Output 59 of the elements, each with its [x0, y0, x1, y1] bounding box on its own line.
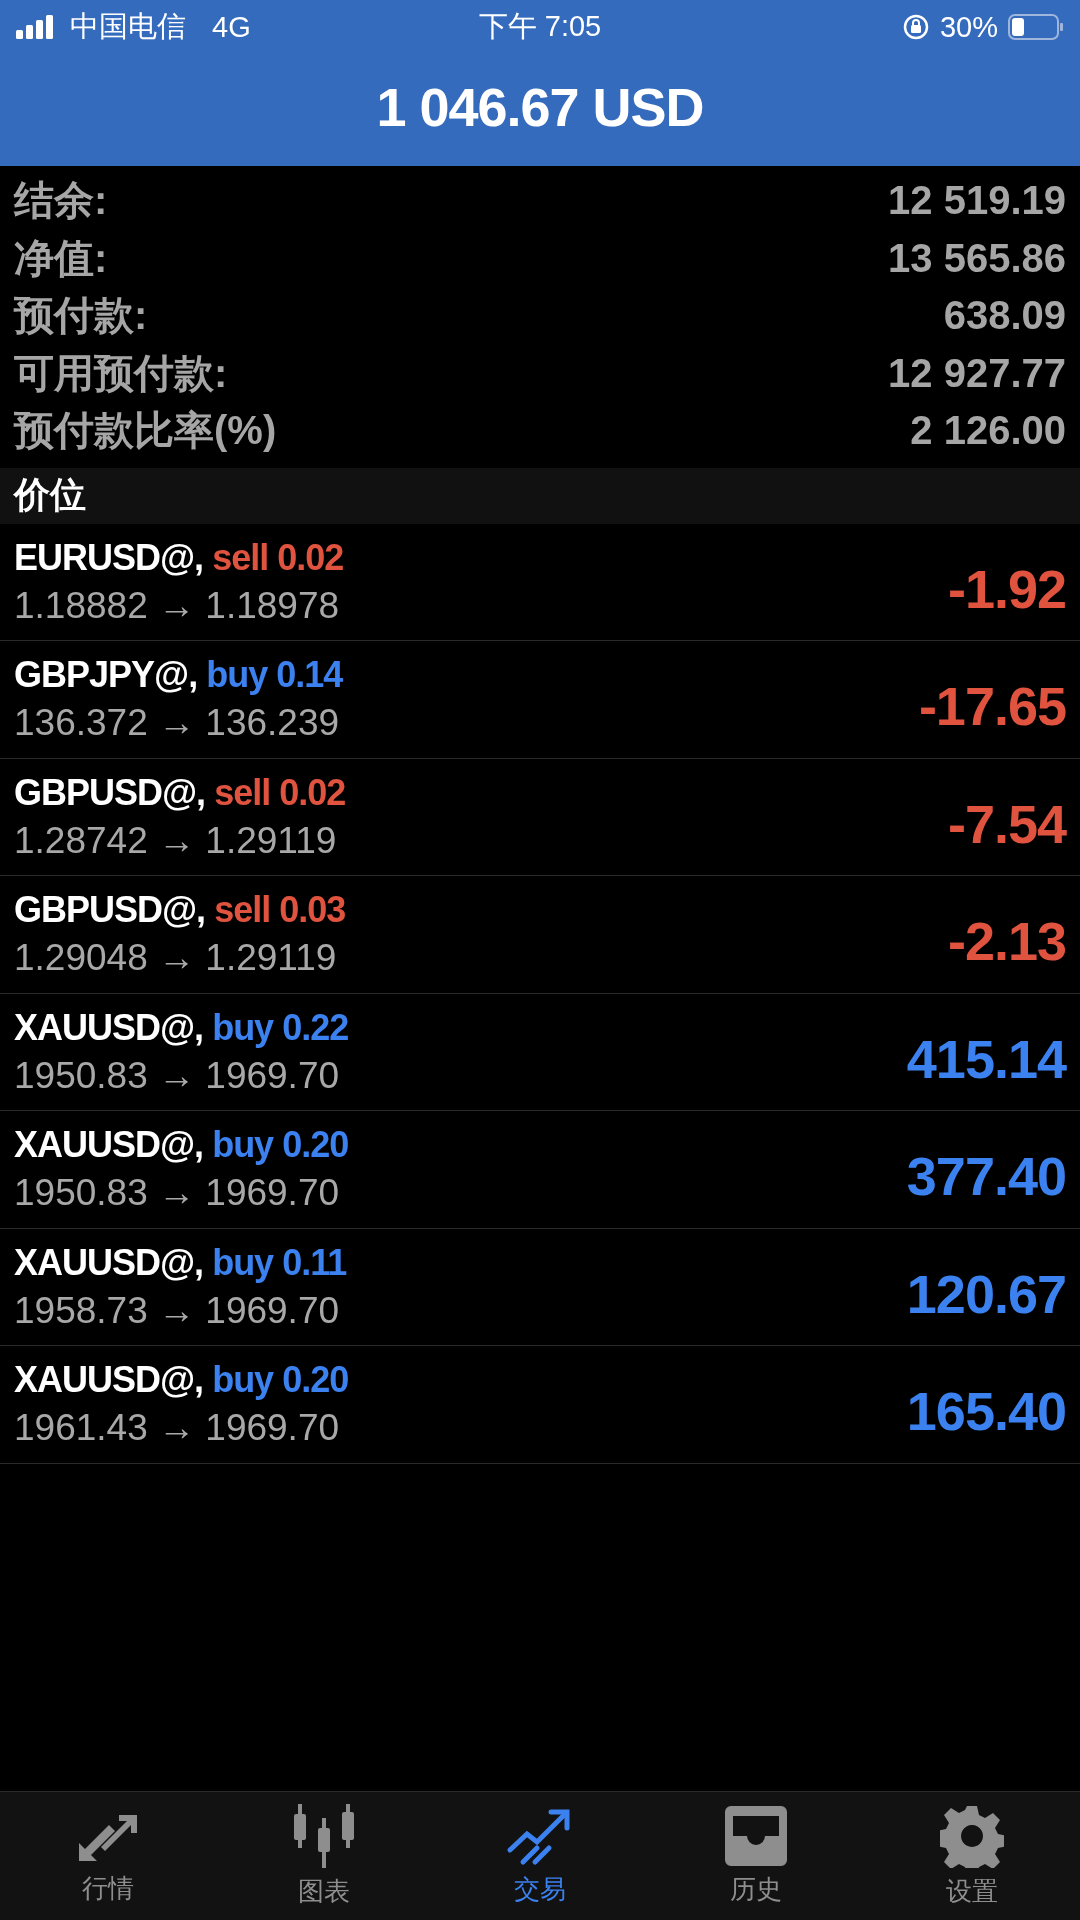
tab-bar-item[interactable]: 设置 [864, 1792, 1080, 1920]
position-prices: 1958.73 → 1969.70 [14, 1289, 341, 1332]
position-prices: 136.372 → 136.239 [14, 702, 341, 745]
position-row[interactable]: GBPUSD@, sell 0.03 1.29048 → 1.29119 -2.13 [0, 876, 1080, 994]
battery-percent: 30% [939, 10, 998, 44]
position-prices: 1961.43 → 1969.70 [14, 1407, 341, 1450]
summary-label: 预付款: [14, 292, 148, 340]
position-symbol-order: XAUUSD@, buy 0.22 [14, 1006, 349, 1049]
tab-bar-item[interactable]: 行情 [0, 1792, 216, 1920]
position-row[interactable]: XAUUSD@, buy 0.20 1961.43 → 1969.70 165.40 [0, 1346, 1080, 1464]
position-symbol-order: GBPJPY@, buy 0.14 [14, 654, 343, 697]
signal-icon [16, 15, 56, 39]
position-row[interactable]: GBPUSD@, sell 0.02 1.28742 → 1.29119 -7.54 [0, 758, 1080, 876]
summary-value: 638.09 [943, 293, 1066, 339]
carrier-name: 中国电信 [70, 9, 186, 44]
position-prices: 1.18882 → 1.18978 [14, 584, 341, 627]
position-symbol-order: XAUUSD@, buy 0.11 [14, 1241, 347, 1284]
battery-icon [1008, 14, 1064, 40]
settings-icon [940, 1803, 1004, 1868]
summary-value: 12 519.19 [888, 178, 1066, 224]
position-symbol-order: XAUUSD@, buy 0.20 [14, 1124, 349, 1167]
network-type: 4G [212, 10, 251, 44]
position-profit: -7.54 [947, 792, 1066, 855]
section-title: 价位 [14, 473, 86, 517]
position-row[interactable]: EURUSD@, sell 0.02 1.18882 → 1.18978 -1.92 [0, 523, 1080, 641]
position-symbol-order: XAUUSD@, buy 0.20 [14, 1359, 349, 1402]
summary-label: 净值: [14, 234, 108, 282]
summary-value: 13 565.86 [888, 235, 1066, 281]
position-row[interactable]: GBPJPY@, buy 0.14 136.372 → 136.239 -17.65 [0, 641, 1080, 759]
summary-label: 可用预付款: [14, 349, 228, 397]
position-prices: 1.29048 → 1.29119 [14, 937, 338, 980]
position-row[interactable]: XAUUSD@, buy 0.22 1950.83 → 1969.70 415.14 [0, 993, 1080, 1111]
position-profit: 415.14 [906, 1027, 1066, 1090]
position-prices: 1950.83 → 1969.70 [14, 1054, 341, 1097]
summary-label: 结余: [14, 177, 108, 225]
position-profit: -17.65 [918, 675, 1066, 738]
position-prices: 1.28742 → 1.29119 [14, 819, 338, 862]
position-row[interactable]: XAUUSD@, buy 0.11 1958.73 → 1969.70 120.67 [0, 1228, 1080, 1346]
summary-value: 2 126.00 [910, 408, 1066, 454]
position-symbol-order: EURUSD@, sell 0.02 [14, 536, 344, 579]
tab-bar-item[interactable]: 图表 [216, 1792, 432, 1920]
tab-bar-item[interactable]: 交易 [432, 1792, 648, 1920]
account-profit-title: 1 046.67 USD [376, 76, 704, 138]
position-symbol-order: GBPUSD@, sell 0.02 [14, 771, 346, 814]
tab-bar-item[interactable]: 历史 [648, 1792, 864, 1920]
clock: 下午 7:05 [478, 9, 602, 44]
inbox-tray-icon [723, 1805, 789, 1866]
position-profit: 165.40 [906, 1380, 1066, 1443]
position-symbol-order: GBPUSD@, sell 0.03 [14, 889, 346, 932]
candlestick-chart-icon [291, 1803, 357, 1868]
position-profit: 120.67 [906, 1262, 1066, 1325]
position-row[interactable]: XAUUSD@, buy 0.20 1950.83 → 1969.70 377.40 [0, 1111, 1080, 1229]
position-profit: -1.92 [947, 557, 1066, 620]
position-profit: 377.40 [906, 1145, 1066, 1208]
rotation-lock-icon [901, 13, 930, 41]
position-prices: 1950.83 → 1969.70 [14, 1172, 341, 1215]
position-profit: -2.13 [947, 910, 1066, 973]
summary-value: 12 927.77 [888, 350, 1066, 396]
summary-label: 预付款比率(%) [14, 407, 277, 455]
